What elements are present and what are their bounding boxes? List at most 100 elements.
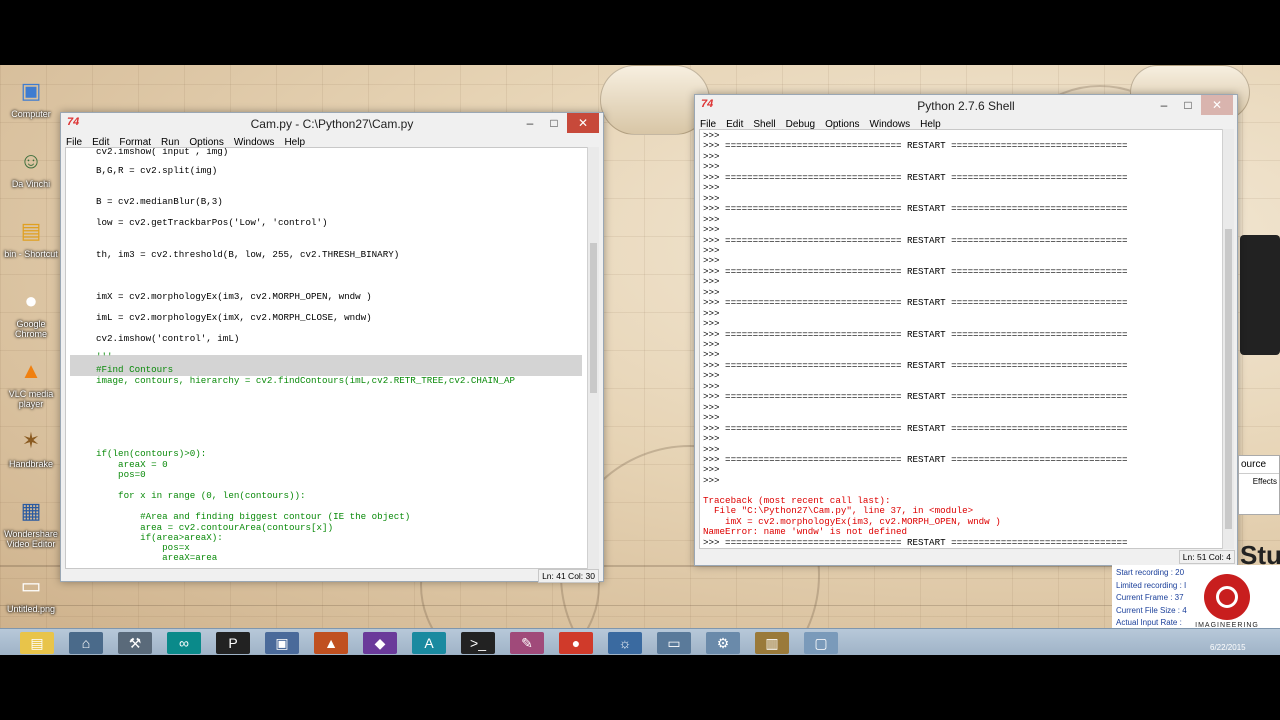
traceback-line: imX = cv2.morphologyEx(im3, cv2.MORPH_OP… [703,515,1001,527]
shell-line: >>> [703,474,720,486]
shell-line: >>> ================================ RES… [703,265,1128,277]
shell-scroll-thumb[interactable] [1225,229,1232,529]
monitor-icon: ▣ [20,78,42,103]
p-icon[interactable]: P [216,632,250,654]
chrome-icon: ● [24,288,38,313]
shell-line: >>> ================================ RES… [703,422,1128,434]
shell-line: >>> [703,161,720,173]
background-calculator [1240,235,1280,355]
shell-line: >>> [703,401,720,413]
desktop-icon[interactable]: ☺ Da Vinchi [0,145,62,189]
atmel-icon[interactable]: A [412,632,446,654]
editor-scroll-thumb[interactable] [590,243,597,393]
code-line: cv2.imshow('control', imL) [96,333,240,344]
shell-line: >>> ================================ RES… [703,297,1128,309]
desktop-icon[interactable]: ✶ Handbrake [0,425,62,469]
traceback-line: NameError: name 'wndw' is not defined [703,526,907,538]
matlab-icon[interactable]: ▲ [314,632,348,654]
remote-icon[interactable]: ▣ [265,632,299,654]
minimize-icon[interactable]: – [519,113,541,133]
code-line: low = cv2.getTrackbarPos('Low', 'control… [96,217,328,228]
shell-output[interactable]: >>> >>> ================================ … [699,129,1223,549]
desktop-icon[interactable]: ▭ Untitled.png [0,570,62,614]
code-line: #Area and finding biggest contour (IE th… [96,511,411,522]
code-line: imL = cv2.morphologyEx(imX, cv2.MORPH_CL… [96,312,372,323]
minimize-icon[interactable]: – [1153,95,1175,115]
shell-scrollbar[interactable] [1222,129,1234,549]
shell-line: >>> [703,412,720,424]
shell-line: >>> ================================ RES… [703,140,1128,152]
shell-line: >>> ================================ RES… [703,328,1128,340]
desktop-icon[interactable]: ▦ Wondershare Video Editor [0,495,62,549]
shell-line: >>> [703,433,720,445]
shell-window: 74 Python 2.7.6 Shell – □ ✕ File Edit Shel… [694,94,1238,566]
shell-line: >>> [703,150,720,162]
shell-line: >>> [703,224,720,236]
shell-line: >>> ================================ RES… [703,234,1128,246]
desktop-icon[interactable]: ▣ Computer [0,75,62,119]
editor-titlebar[interactable]: 74 Cam.py - C:\Python27\Cam.py – □ ✕ [61,113,603,135]
taskbar: ▤ ⌂ ⚒ ∞ P ▣ ▲ ◆ A >_ ✎ ● ☼ ▭ ⚙ ▥ ▢ [0,628,1280,655]
code-line: #Find Contours [96,364,174,375]
code-line: pos=0 [96,469,146,480]
code-line: imX = cv2.morphologyEx(im3, cv2.MORPH_OP… [96,291,372,302]
arduino-icon[interactable]: ∞ [167,632,201,654]
close-icon[interactable]: ✕ [567,113,599,133]
desktop-icon-label: Untitled.png [6,604,56,614]
source-label: ource [1241,459,1267,470]
shell-line: >>> ================================ RES… [703,359,1128,371]
settings-icon[interactable]: ⚙ [706,632,740,654]
code-line: if(len(contours)>0): [96,448,207,459]
tools-icon[interactable]: ⚒ [118,632,152,654]
file-explorer-icon[interactable]: ▤ [20,632,54,654]
gear-brain-icon [1204,574,1250,620]
shell-line: >>> ================================ RES… [703,171,1128,183]
desktop-icon[interactable]: ▲ VLC media player [0,355,62,409]
effects-label: Effects [1239,473,1279,489]
editor-scrollbar[interactable] [587,147,599,569]
shell-line: >>> [703,244,720,256]
traceback-line: File "C:\Python27\Cam.py", line 37, in <… [703,505,974,517]
folder-icon: ▤ [20,218,42,243]
winrar-icon[interactable]: ▥ [755,632,789,654]
monitor-icon[interactable]: ▢ [804,632,838,654]
shell-line: >>> [703,349,720,361]
shell-titlebar[interactable]: 74 Python 2.7.6 Shell – □ ✕ [695,95,1237,117]
desktop-icon[interactable]: ▤ bin - Shortcut [0,215,62,259]
user-icon: ☺ [19,148,43,173]
desktop-icon-label: Google Chrome [14,319,47,339]
shell-line: >>> [703,318,720,330]
desktop-icon[interactable]: ● Google Chrome [0,285,62,339]
shell-line: >>> [703,130,720,141]
code-line: areaX=area [96,552,218,563]
shell-line: >>> [703,255,720,267]
desktop-icon-label: VLC media player [8,389,54,409]
shell-status: Ln: 51 Col: 4 [1178,550,1235,564]
desktop-icon-label: Da Vinchi [11,179,51,189]
editor-status: Ln: 41 Col: 30 [538,569,599,583]
network-icon[interactable]: ⌂ [69,632,103,654]
maximize-icon[interactable]: □ [543,113,565,133]
shell-line: >>> [703,182,720,194]
paint-icon[interactable]: ✎ [510,632,544,654]
code-line: cv2.imshow( input , img) [96,147,229,157]
shell-line: >>> ================================ RES… [703,536,1128,548]
editor-code-area[interactable]: cv2.imshow( input , img) B,G,R = cv2.spli… [65,147,593,569]
shell-line: >>> [703,276,720,288]
shell-line: >>> [703,464,720,476]
traceback-line: Traceback (most recent call last): [703,494,891,506]
shell-line: >>> [703,443,720,455]
cmd-icon[interactable]: >_ [461,632,495,654]
shell-line: >>> [703,380,720,392]
shell-line: >>> [703,192,720,204]
window-icon[interactable]: ▭ [657,632,691,654]
maximize-icon[interactable]: □ [1177,95,1199,115]
shell-line: >>> ================================ RES… [703,547,1128,548]
python-icon[interactable]: ☼ [608,632,642,654]
chrome-icon[interactable]: ● [559,632,593,654]
visual-studio-icon[interactable]: ◆ [363,632,397,654]
close-icon[interactable]: ✕ [1201,95,1233,115]
handbrake-icon: ✶ [21,428,41,453]
code-line: for x in range (0, len(contours)): [96,490,306,501]
shell-line: >>> ================================ RES… [703,391,1128,403]
